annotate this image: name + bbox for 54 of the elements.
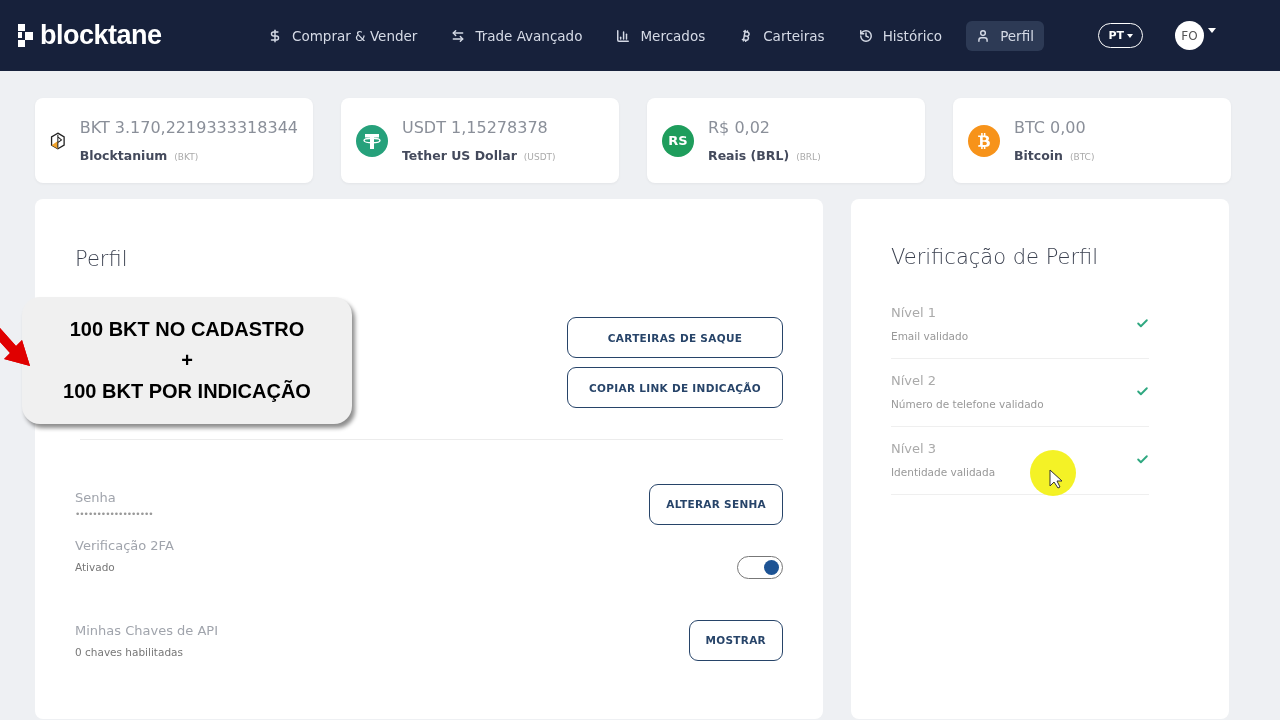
setting-label: Verificação 2FA bbox=[75, 538, 174, 553]
nav-link[interactable]: Mercados bbox=[606, 20, 716, 51]
level-detail: Número de telefone validado bbox=[891, 398, 1044, 410]
masked-password: •••••••••••••••••• bbox=[75, 508, 153, 519]
setting-label: Senha bbox=[75, 489, 117, 505]
panel-title: Verificação de Perfil bbox=[891, 245, 1100, 269]
bitcoin-coin-icon bbox=[968, 124, 1000, 157]
caret-icon bbox=[1127, 34, 1133, 38]
callout-text: 100 BKT NO CADASTRO bbox=[69, 318, 305, 341]
brand-logo-icon bbox=[18, 23, 34, 48]
user-icon bbox=[976, 28, 991, 43]
chart-icon bbox=[616, 28, 631, 43]
toggle-switch[interactable] bbox=[737, 556, 783, 579]
action-button[interactable]: MOSTRAR bbox=[688, 619, 783, 661]
level-detail: Identidade validada bbox=[891, 466, 996, 478]
cursor-highlight-icon bbox=[1030, 450, 1076, 496]
user-avatar[interactable]: FO bbox=[1175, 21, 1204, 50]
action-button[interactable]: ALTERAR SENHA bbox=[649, 483, 783, 525]
caret-icon[interactable] bbox=[1208, 28, 1216, 33]
setting-value: 0 chaves habilitadas bbox=[75, 645, 184, 658]
level-label: Nível 3 bbox=[891, 441, 938, 456]
coin-name: Tether US Dollar bbox=[402, 147, 517, 163]
coin-code: (BTC) bbox=[1069, 151, 1095, 162]
tether-coin-icon bbox=[356, 124, 388, 157]
dollar-icon bbox=[268, 28, 282, 43]
history-icon bbox=[858, 28, 873, 43]
setting-label: Minhas Chaves de API bbox=[75, 622, 218, 638]
nav-link[interactable]: Perfil bbox=[966, 20, 1044, 51]
setting-value: Ativado bbox=[75, 561, 116, 573]
nav-link[interactable]: Comprar & Vender bbox=[258, 20, 428, 51]
level-label: Nível 2 bbox=[891, 373, 938, 388]
balance-amount: BKT 3.170,2219333318344 bbox=[79, 117, 298, 137]
callout-text: 100 BKT POR INDICAÇÃO bbox=[63, 380, 311, 403]
level-detail: Email validado bbox=[891, 330, 969, 342]
coin-code: (USDT) bbox=[523, 151, 556, 162]
nav-link[interactable]: Histórico bbox=[848, 20, 953, 51]
nav-link[interactable]: Carteiras bbox=[729, 20, 835, 51]
action-button[interactable]: CARTEIRAS DE SAQUE bbox=[567, 317, 783, 358]
balance-amount: R$ 0,02 bbox=[708, 117, 771, 137]
reais-coin-icon: RS bbox=[662, 124, 694, 157]
coin-code: (BRL) bbox=[796, 151, 821, 162]
swap-icon bbox=[451, 28, 466, 43]
coin-code: (BKT) bbox=[174, 151, 199, 162]
level-label: Nível 1 bbox=[891, 305, 938, 320]
balance-amount: USDT 1,15278378 bbox=[402, 117, 549, 137]
brand-name: blocktane bbox=[40, 20, 162, 51]
callout-text: + bbox=[181, 349, 193, 372]
panel-title: Perfil bbox=[75, 247, 129, 271]
balance-amount: BTC 0,00 bbox=[1014, 117, 1087, 137]
coin-name: Bitcoin bbox=[1014, 147, 1063, 163]
nav-link[interactable]: Trade Avançado bbox=[441, 20, 593, 51]
coin-name: Blocktanium bbox=[79, 147, 168, 163]
action-button[interactable]: COPIAR LINK DE INDICAÇÃO bbox=[567, 367, 783, 408]
coin-name: Reais (BRL) bbox=[708, 147, 790, 163]
